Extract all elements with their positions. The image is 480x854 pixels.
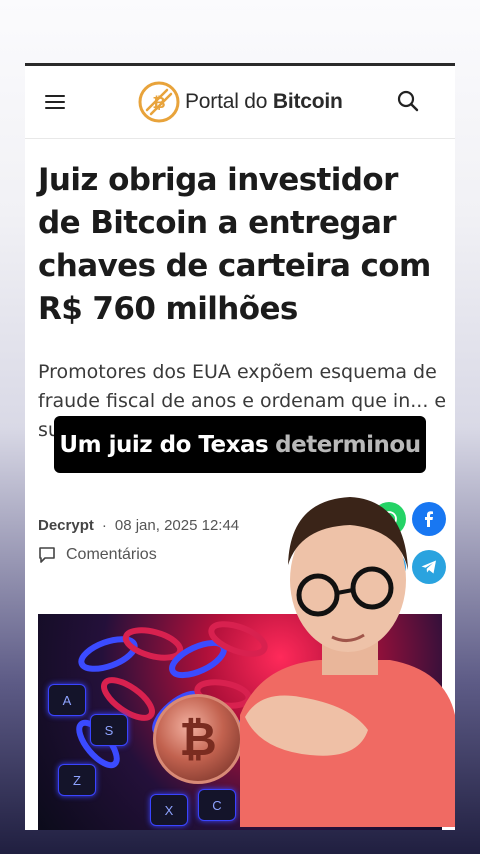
comments-link[interactable]: Comentários [38,546,157,564]
search-icon[interactable] [397,90,419,112]
comment-icon [39,547,55,563]
comments-label: Comentários [66,546,157,563]
svg-text:₿: ₿ [152,93,165,112]
site-header: ₿ Portal do Bitcoin [25,66,455,139]
video-caption: Um juiz do Texas determinou [54,416,426,473]
keyboard-key: C [198,789,236,821]
article-date: 08 jan, 2025 12:44 [114,517,240,534]
keyboard-key: S [90,714,128,746]
caption-spoken-text: Um juiz do Texas [59,431,269,458]
presenter-video-overlay [240,497,455,827]
keyboard-key: X [150,794,188,826]
menu-icon[interactable] [45,95,65,109]
article-author[interactable]: Decrypt [38,517,94,534]
keyboard-key: A [48,684,86,716]
site-logo[interactable]: ₿ Portal do Bitcoin [137,80,343,124]
caption-upcoming-text: determinou [275,431,421,458]
bitcoin-logo-icon: ₿ [138,81,180,123]
bitcoin-coin-icon: ₿ [153,694,243,784]
logo-text: Portal do Bitcoin [185,90,343,113]
article-headline: Juiz obriga investidor de Bitcoin a entr… [38,162,431,327]
article-meta: Decrypt · 08 jan, 2025 12:44 [38,517,240,534]
keyboard-key: Z [58,764,96,796]
